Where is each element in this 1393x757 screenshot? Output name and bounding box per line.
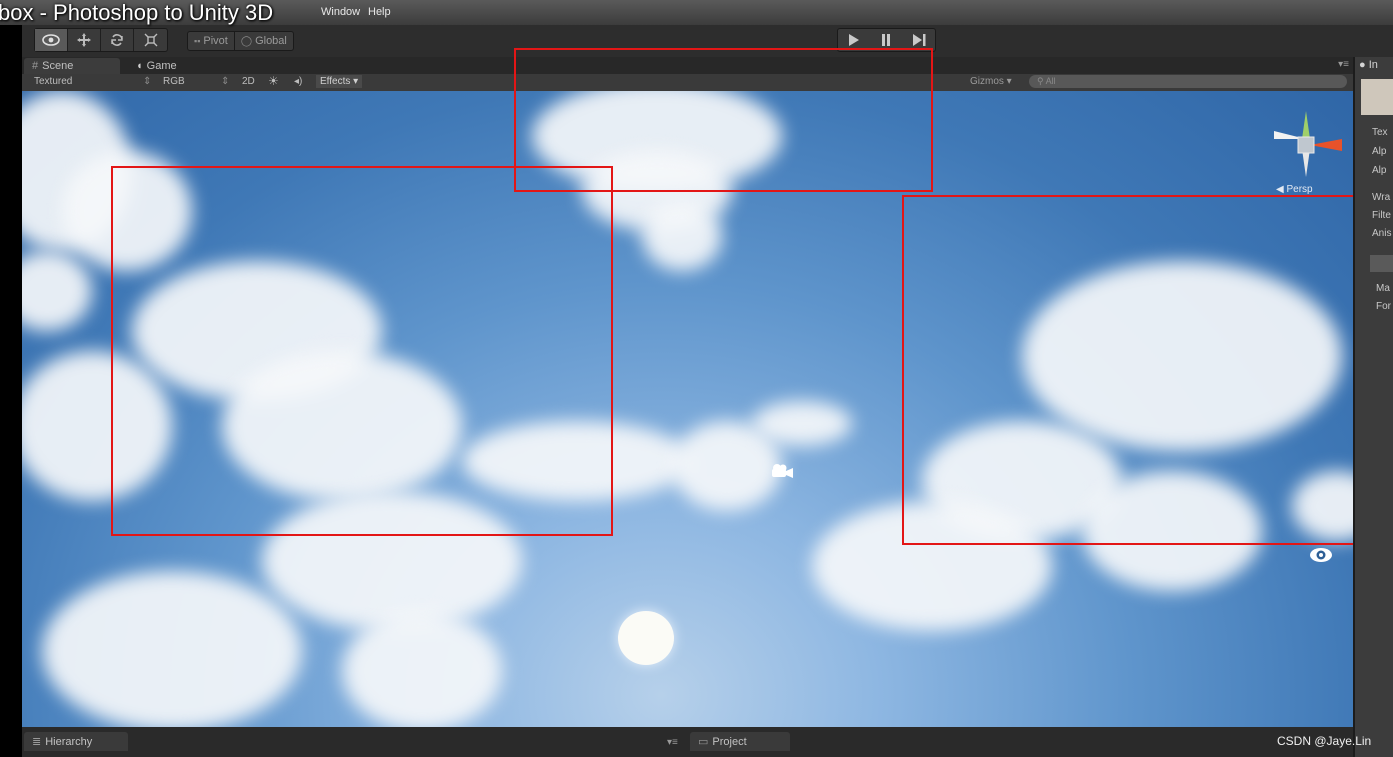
search-icon: ⚲	[1037, 76, 1044, 86]
tab-project-label: Project	[712, 735, 747, 748]
red-annotation-box-top-upper	[514, 48, 933, 92]
inspector-tab-label: In	[1368, 59, 1378, 71]
transform-tools	[34, 28, 168, 52]
inspector-section-bar[interactable]	[1370, 255, 1393, 272]
view-eye-icon[interactable]	[35, 29, 68, 51]
inspector-row-label: Tex	[1372, 127, 1388, 138]
2d-toggle[interactable]: 2D	[242, 76, 255, 87]
global-button[interactable]: ◯ Global	[233, 32, 293, 50]
pivot-toggle-group: ▪▪ Pivot ◯ Global	[187, 31, 294, 51]
global-icon: ◯	[240, 35, 253, 47]
persp-label[interactable]: ◀ Persp	[1276, 184, 1313, 195]
inspector-panel: ● In Tex Alp Alp Wra Filte Anis Ma For	[1353, 57, 1393, 757]
inspector-row-label: Anis	[1372, 228, 1392, 239]
folder-icon: ▭	[698, 736, 709, 748]
tab-scene-label: Scene	[42, 60, 74, 72]
scene-viewport[interactable]: x ◀ Persp	[22, 91, 1353, 727]
orientation-gizmo[interactable]: x	[1270, 109, 1342, 181]
inspector-row-label: For	[1376, 301, 1391, 312]
inspector-row-label: Alp	[1372, 165, 1387, 176]
tab-game-label: Game	[146, 60, 177, 72]
pivot-label: Pivot	[203, 35, 228, 47]
inspector-row-label: Ma	[1376, 283, 1390, 294]
scene-grid-icon: #	[32, 60, 39, 72]
bottom-panels: ≣ Hierarchy ▾≡ ▭ Project	[22, 727, 1353, 757]
visibility-eye-icon[interactable]	[1309, 547, 1333, 568]
inspector-row-label: Wra	[1372, 192, 1391, 203]
move-icon[interactable]	[68, 29, 101, 51]
menu-window[interactable]: Window	[321, 6, 360, 18]
menu-help[interactable]: Help	[368, 6, 391, 18]
sun-disc	[618, 611, 674, 665]
persp-arrow-icon: ◀	[1276, 184, 1284, 195]
tab-game[interactable]: ◖ Game	[128, 58, 208, 74]
tab-scene[interactable]: # Scene	[24, 58, 120, 74]
video-title-overlay: box - Photoshop to Unity 3D	[0, 0, 274, 25]
draw-mode-dropdown[interactable]: Textured	[34, 76, 72, 87]
list-icon: ≣	[32, 736, 42, 748]
effects-dropdown[interactable]: Effects ▾	[316, 75, 363, 88]
persp-text: Persp	[1286, 184, 1313, 195]
csdn-watermark: CSDN @Jaye.Lin	[1277, 734, 1372, 748]
red-annotation-box-left	[111, 166, 613, 536]
tab-hierarchy-label: Hierarchy	[45, 735, 93, 748]
pivot-button[interactable]: ▪▪ Pivot	[188, 32, 234, 50]
rotate-icon[interactable]	[101, 29, 134, 51]
search-placeholder: All	[1045, 76, 1056, 86]
red-annotation-box-right	[902, 195, 1353, 545]
gizmos-label: Gizmos	[970, 76, 1004, 87]
pivot-icon: ▪▪	[194, 36, 201, 46]
gizmos-dropdown[interactable]: Gizmos ▾	[970, 76, 1012, 87]
inspector-row-label: Alp	[1372, 146, 1387, 157]
info-icon: ●	[1359, 59, 1366, 71]
inspector-row-label: Filte	[1372, 210, 1391, 221]
texture-preview	[1361, 79, 1393, 115]
scale-icon[interactable]	[134, 29, 167, 51]
tab-menu-icon[interactable]: ▾≡	[1338, 59, 1349, 70]
lighting-sun-icon[interactable]: ☀	[268, 74, 279, 88]
hierarchy-menu-icon[interactable]: ▾≡	[667, 737, 678, 748]
render-mode-arrow-icon: ⇕	[221, 76, 230, 87]
svg-text:x: x	[1334, 142, 1340, 152]
effects-label: Effects	[320, 76, 351, 87]
inspector-tab[interactable]: ● In	[1359, 59, 1378, 71]
audio-speaker-icon[interactable]: ◂)	[294, 76, 302, 87]
camera-gizmo-icon[interactable]	[768, 462, 794, 485]
red-annotation-box-top	[514, 91, 933, 192]
draw-mode-arrow-icon: ⇕	[143, 76, 152, 87]
game-pacman-icon: ◖	[136, 60, 143, 72]
tab-project[interactable]: ▭ Project	[690, 732, 790, 751]
scene-search-input[interactable]: ⚲ All	[1029, 75, 1347, 88]
tab-hierarchy[interactable]: ≣ Hierarchy	[24, 732, 128, 751]
render-mode-dropdown[interactable]: RGB	[163, 76, 185, 87]
global-label: Global	[255, 35, 287, 47]
left-black-bar	[0, 0, 22, 757]
